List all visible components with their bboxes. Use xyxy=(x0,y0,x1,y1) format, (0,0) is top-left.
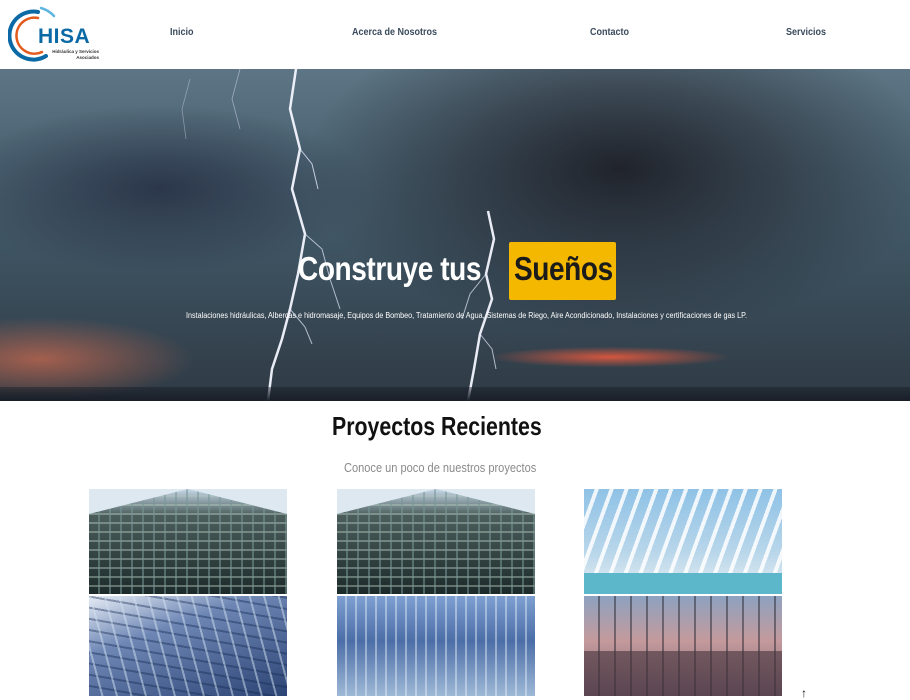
city-skyline xyxy=(0,387,910,401)
hero-title: Construye tus xyxy=(298,250,482,287)
scroll-up-arrow-icon[interactable]: ↑ xyxy=(801,686,807,700)
projects-title: Proyectos Recientes xyxy=(332,411,542,441)
logo-name: HISA xyxy=(38,25,91,48)
building-facade-image[interactable] xyxy=(337,489,535,594)
hero-banner xyxy=(0,69,910,401)
hero-highlight-badge: Sueños xyxy=(509,242,616,300)
nav-acerca-de-nosotros[interactable]: Acerca de Nosotros xyxy=(352,27,437,38)
nav-inicio[interactable]: Inicio xyxy=(170,27,194,38)
port-city-image[interactable] xyxy=(584,596,782,696)
projects-subtitle: Conoce un poco de nuestros proyectos xyxy=(344,460,537,475)
bridge-structure-image[interactable] xyxy=(584,489,782,594)
glass-tower-image[interactable] xyxy=(337,596,535,696)
nav-contacto[interactable]: Contacto xyxy=(590,27,629,38)
site-header: HISA Hidráulica y Servicios Asociados In… xyxy=(0,0,910,69)
building-facade-image[interactable] xyxy=(89,489,287,594)
hero-highlight-text: Sueños xyxy=(514,250,613,287)
nav-servicios[interactable]: Servicios xyxy=(786,27,826,38)
hero-subtitle: Instalaciones hidráulicas, Albercas e hi… xyxy=(186,311,748,320)
glass-building-image[interactable] xyxy=(89,596,287,696)
lightning-bolts-image xyxy=(181,69,497,401)
hisa-logo[interactable]: HISA Hidráulica y Servicios Asociados xyxy=(8,6,99,64)
logo-subtitle: Hidráulica y Servicios Asociados xyxy=(52,49,99,60)
